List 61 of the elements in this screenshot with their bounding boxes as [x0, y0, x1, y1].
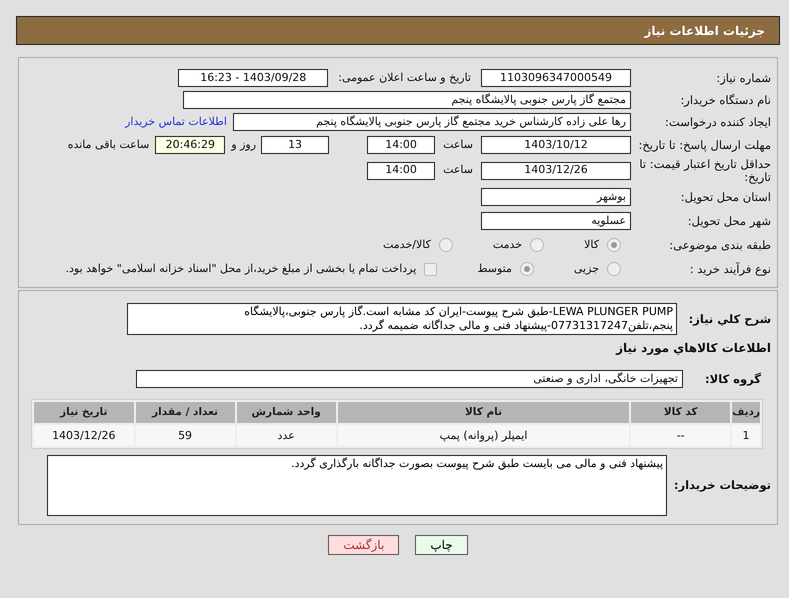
- column-header: واحد شمارش: [236, 402, 336, 424]
- radio-button[interactable]: [438, 238, 453, 252]
- field-label: تاریخ و ساعت اعلان عمومی:: [338, 70, 471, 86]
- description-field[interactable]: LEWA PLUNGER PUMP-طبق شرح پیوست-ایران کد مشابه است.گاز پارس جنوبی،پالایشگاه پنجم،تلفن07731317247-پیشنهاد فنی و مالی جداگانه ضمیمه گردد.: [127, 303, 677, 336]
- print-button[interactable]: چاپ: [415, 535, 468, 556]
- column-header: کد کالا: [631, 402, 730, 424]
- need-number-field: 1103096347000549: [481, 69, 631, 87]
- field-label: طبقه بندی موضوعی:: [668, 238, 772, 252]
- table-cell: 1: [732, 425, 760, 446]
- contact-link[interactable]: اطلاعات تماس خریدار: [125, 114, 227, 130]
- column-header: تعداد / مقدار: [136, 402, 235, 424]
- column-header: ردیف: [732, 402, 760, 424]
- field-label: استان محل تحویل:: [680, 190, 772, 204]
- deadline-time-field: 14:00: [367, 136, 436, 154]
- field-label: ساعت: [443, 162, 473, 178]
- requester-field: رها علی زاده کارشناس خرید مجتمع گاز پارس جنوبی پالایشگاه پنجم: [233, 113, 631, 131]
- column-header: تاریخ نیاز: [34, 402, 134, 424]
- field-label: ایجاد کننده درخواست:: [664, 116, 772, 128]
- validity-date-field: 1403/12/26: [481, 162, 631, 180]
- radio-label: کالا: [584, 237, 599, 254]
- field-label: ساعت باقی مانده: [68, 136, 150, 153]
- checkbox[interactable]: [424, 262, 438, 276]
- field-label: شرح کلي نياز:: [688, 312, 772, 326]
- table-cell: 59: [136, 425, 235, 446]
- radio-label: متوسط: [477, 261, 512, 278]
- buyer-notes-field[interactable]: پیشنهاد فنی و مالی می بایست طبق شرح پیوست بصورت جداگانه بارگذاری گردد.: [47, 455, 667, 516]
- field-label: ساعت: [443, 136, 473, 153]
- radio-button[interactable]: [530, 238, 544, 252]
- radio-label: جزیی: [574, 261, 599, 278]
- column-header: نام کالا: [338, 402, 630, 424]
- deadline-date-field: 1403/10/12: [481, 136, 631, 154]
- validity-time-field: 14:00: [367, 162, 436, 180]
- field-label: نام دستگاه خریدار:: [679, 94, 772, 106]
- field-label: گروه کالا:: [704, 372, 762, 386]
- table-cell: 1403/12/26: [34, 425, 134, 446]
- checkbox-label: پرداخت تمام یا بخشی از مبلغ خرید،از محل "اسناد خزانه اسلامی" خواهد بود.: [66, 261, 416, 278]
- buyer-org-field: مجتمع گاز پارس جنوبی پالایشگاه پنجم: [183, 91, 631, 109]
- radio-button[interactable]: [520, 262, 534, 276]
- province-field: بوشهر: [481, 188, 631, 206]
- days-field: 13: [261, 136, 330, 154]
- remaining-time-field: 20:46:29: [155, 136, 226, 154]
- field-label: شهر محل تحویل:: [686, 214, 772, 228]
- radio-button[interactable]: [607, 238, 621, 252]
- table-cell: --: [631, 425, 730, 446]
- announce-date-field: 1403/09/28 - 16:23: [178, 69, 328, 87]
- field-label: توضیحات خریدار:: [672, 479, 772, 492]
- page-title: جزئیات اطلاعات نیاز: [644, 22, 765, 40]
- field-label: مهلت ارسال پاسخ: تا تاریخ:: [637, 138, 772, 152]
- field-label: شماره نیاز:: [715, 72, 772, 84]
- field-label: نوع فرآیند خرید :: [688, 262, 772, 276]
- back-button[interactable]: بازگشت: [328, 535, 400, 556]
- radio-label: کالا/خدمت: [383, 237, 431, 254]
- table-cell: ایمپلر (پروانه) پمپ: [338, 425, 630, 446]
- radio-label: خدمت: [492, 237, 522, 254]
- section-title: اطلاعات کالاهاي مورد نياز: [614, 340, 772, 358]
- field-label: حداقل تاریخ اعتبار قیمت: تا تاریخ:: [638, 158, 772, 184]
- radio-button[interactable]: [607, 262, 621, 276]
- table-cell: عدد: [236, 425, 336, 446]
- product-group-field: تجهیزات خانگی، اداری و صنعتی: [136, 370, 683, 388]
- city-field: عسلویه: [481, 212, 631, 230]
- field-label: روز و: [231, 136, 256, 153]
